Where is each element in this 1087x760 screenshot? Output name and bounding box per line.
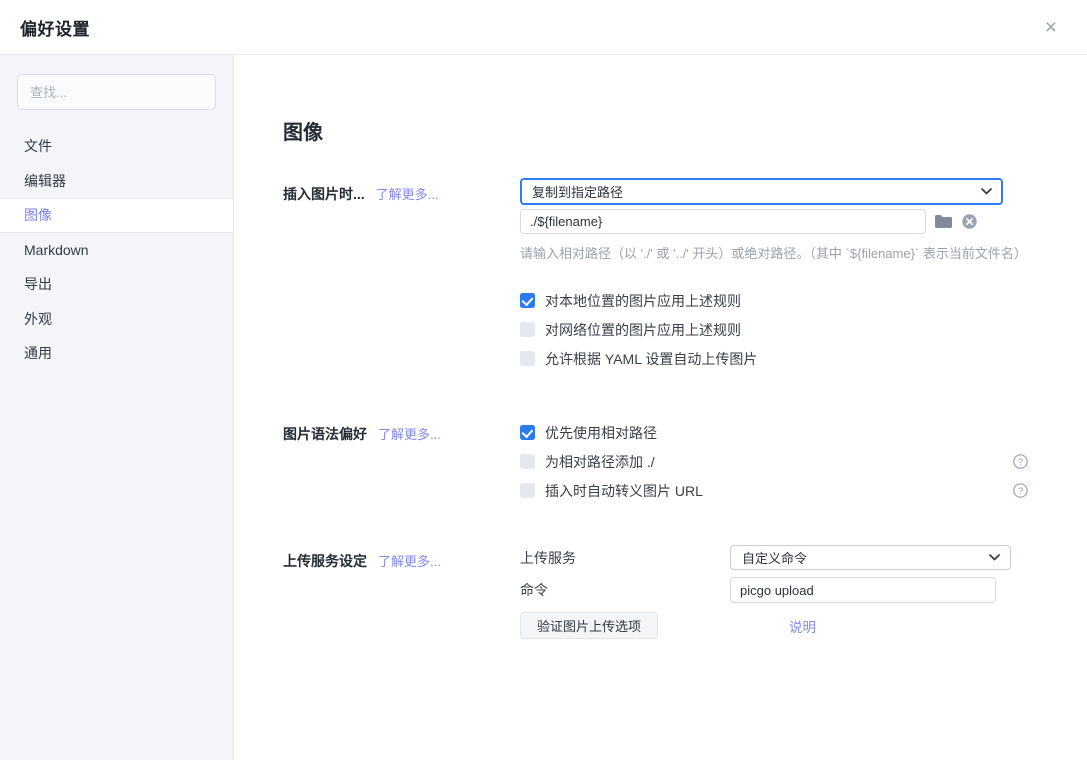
preferences-window: 偏好设置 × 文件 编辑器 图像 Markdown 导出 外观 通用 图像 — [0, 0, 1087, 760]
close-icon[interactable]: × — [1039, 15, 1063, 40]
yaml-upload-checkbox[interactable] — [520, 351, 535, 366]
apply-web-rule-row: 对网络位置的图片应用上述规则 — [520, 315, 1040, 344]
sidebar-item-editor[interactable]: 编辑器 — [0, 164, 233, 199]
upload-service-select[interactable]: 自定义命令 — [730, 545, 1011, 570]
syntax-pref-section: 图片语法偏好 了解更多... 优先使用相对路径 为相对路径添加 ./ ? — [283, 418, 1087, 505]
help-icon[interactable]: ? — [1013, 483, 1028, 498]
apply-web-rule-label: 对网络位置的图片应用上述规则 — [545, 320, 741, 340]
verify-upload-button[interactable]: 验证图片上传选项 — [520, 612, 658, 639]
page-title: 图像 — [283, 116, 1087, 145]
copy-path-input[interactable] — [520, 209, 926, 234]
escape-url-row: 插入时自动转义图片 URL ? — [520, 476, 1040, 505]
apply-local-rule-label: 对本地位置的图片应用上述规则 — [545, 291, 741, 311]
sidebar-item-appearance[interactable]: 外观 — [0, 302, 233, 337]
chevron-down-icon — [981, 188, 992, 195]
relative-path-checkbox[interactable] — [520, 425, 535, 440]
escape-url-label: 插入时自动转义图片 URL — [545, 481, 703, 501]
add-dot-slash-checkbox[interactable] — [520, 454, 535, 469]
insert-image-action-select[interactable]: 复制到指定路径 — [520, 178, 1003, 205]
insert-image-action-value: 复制到指定路径 — [532, 182, 623, 201]
sidebar-item-markdown[interactable]: Markdown — [0, 233, 233, 268]
upload-service-label: 上传服务设定 — [283, 551, 367, 571]
yaml-upload-row: 允许根据 YAML 设置自动上传图片 — [520, 344, 1040, 373]
clear-path-icon[interactable] — [961, 213, 978, 230]
chevron-down-icon — [989, 554, 1000, 561]
syntax-pref-label: 图片语法偏好 — [283, 424, 367, 444]
settings-panel: 图像 插入图片时... 了解更多... 复制到指定路径 — [234, 55, 1087, 760]
sidebar-item-export[interactable]: 导出 — [0, 267, 233, 302]
apply-web-rule-checkbox[interactable] — [520, 322, 535, 337]
insert-image-learn-more-link[interactable]: 了解更多... — [376, 184, 439, 204]
sidebar: 文件 编辑器 图像 Markdown 导出 外观 通用 — [0, 55, 234, 760]
relative-path-label: 优先使用相对路径 — [545, 423, 657, 443]
svg-text:?: ? — [1018, 486, 1023, 497]
path-hint-text: 请输入相对路径（以 './' 或 '../' 开头）或绝对路径。（其中 `${f… — [520, 243, 1040, 262]
yaml-upload-label: 允许根据 YAML 设置自动上传图片 — [545, 349, 757, 369]
help-icon[interactable]: ? — [1013, 454, 1028, 469]
upload-service-learn-more-link[interactable]: 了解更多... — [378, 551, 441, 571]
command-field-label: 命令 — [520, 580, 730, 600]
window-header: 偏好设置 × — [0, 0, 1087, 55]
insert-image-section: 插入图片时... 了解更多... 复制到指定路径 — [283, 178, 1087, 373]
upload-help-link[interactable]: 说明 — [789, 616, 816, 636]
svg-text:?: ? — [1018, 457, 1023, 468]
sidebar-nav: 文件 编辑器 图像 Markdown 导出 外观 通用 — [0, 129, 233, 371]
search-input[interactable] — [17, 74, 216, 110]
apply-local-rule-row: 对本地位置的图片应用上述规则 — [520, 286, 1040, 315]
upload-service-value: 自定义命令 — [742, 548, 807, 567]
insert-image-label: 插入图片时... — [283, 184, 365, 204]
window-title: 偏好设置 — [20, 15, 90, 40]
apply-local-rule-checkbox[interactable] — [520, 293, 535, 308]
relative-path-row: 优先使用相对路径 — [520, 418, 1040, 447]
sidebar-item-files[interactable]: 文件 — [0, 129, 233, 164]
folder-browse-icon[interactable] — [934, 214, 953, 229]
sidebar-item-image[interactable]: 图像 — [0, 198, 233, 233]
sidebar-item-general[interactable]: 通用 — [0, 336, 233, 371]
escape-url-checkbox[interactable] — [520, 483, 535, 498]
add-dot-slash-label: 为相对路径添加 ./ — [545, 452, 655, 472]
command-input[interactable] — [730, 577, 996, 603]
upload-service-section: 上传服务设定 了解更多... 上传服务 自定义命令 命令 — [283, 545, 1087, 639]
add-dot-slash-row: 为相对路径添加 ./ ? — [520, 447, 1040, 476]
syntax-pref-learn-more-link[interactable]: 了解更多... — [378, 424, 441, 444]
upload-service-field-label: 上传服务 — [520, 548, 730, 568]
